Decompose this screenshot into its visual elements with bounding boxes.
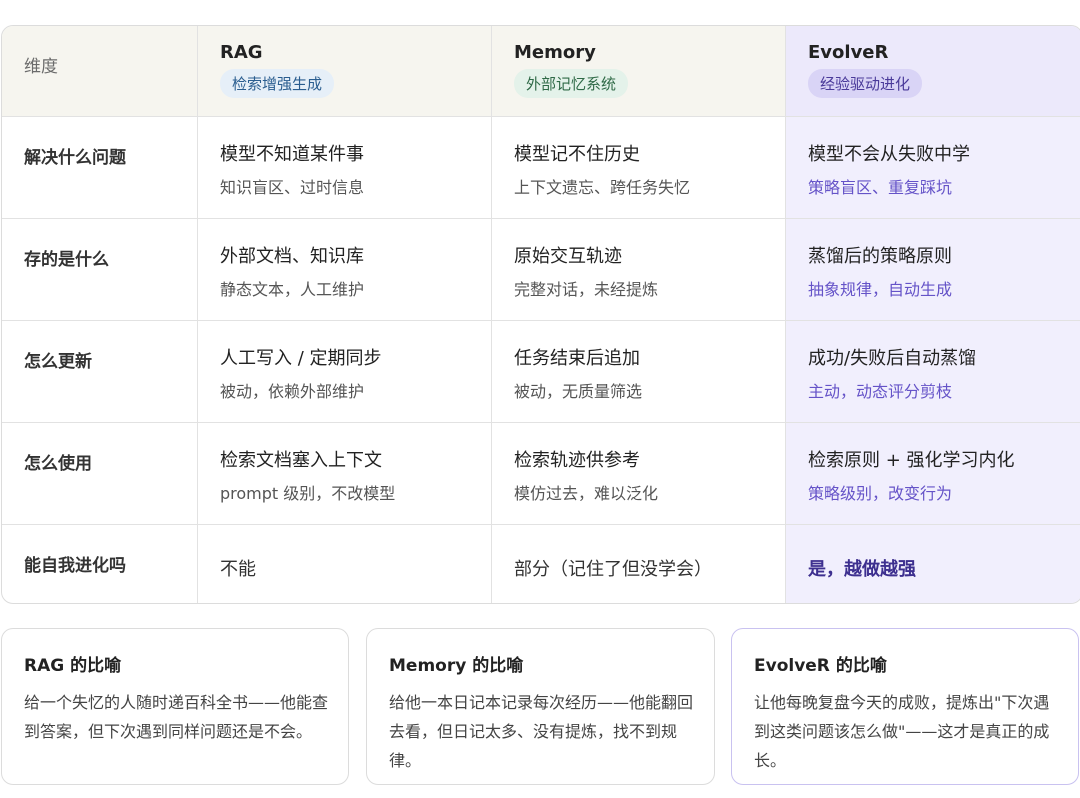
cell-main-text: 任务结束后追加	[514, 348, 640, 369]
table-cell-evolver: 蒸馏后的策略原则 抽象规律，自动生成	[786, 219, 1080, 321]
cell-sub-text: 被动，依赖外部维护	[220, 382, 365, 401]
badge-evolver: 经验驱动进化	[808, 69, 923, 98]
analogy-card-memory: Memory 的比喻 给他一本日记本记录每次经历——他能翻回去看，但日记太多、没…	[366, 628, 715, 785]
table-cell-evolver: 检索原则 + 强化学习内化 策略级别，改变行为	[786, 423, 1080, 525]
table-cell-rag: 外部文档、知识库 静态文本，人工维护	[198, 219, 492, 321]
cell-sub-text: prompt 级别，不改模型	[220, 484, 396, 503]
row-label-cell: 怎么更新	[2, 321, 198, 423]
table-cell-evolver: 是，越做越强	[786, 525, 1080, 603]
table-cell-memory: 检索轨迹供参考 模仿过去，难以泛化	[492, 423, 786, 525]
cell-main-text: 不能	[220, 559, 256, 580]
cell-main-text: 原始交互轨迹	[514, 246, 622, 267]
badge-memory: 外部记忆系统	[514, 69, 629, 98]
cell-sub-text: 策略级别，改变行为	[808, 484, 953, 503]
analogy-card-rag: RAG 的比喻 给一个失忆的人随时递百科全书——他能查到答案，但下次遇到同样问题…	[1, 628, 349, 785]
cell-main-text: 人工写入 / 定期同步	[220, 348, 382, 369]
cell-sub-text: 被动，无质量筛选	[514, 382, 643, 401]
table-cell-rag: 不能	[198, 525, 492, 603]
card-text: 让他每晚复盘今天的成败，提炼出"下次遇到这类问题该怎么做"——这才是真正的成长。	[754, 693, 1050, 770]
row-label-cell: 解决什么问题	[2, 117, 198, 219]
cell-sub-text: 抽象规律，自动生成	[808, 280, 953, 299]
row-label: 怎么使用	[24, 454, 92, 474]
header-dimension-cell: 维度	[2, 26, 198, 117]
row-label-cell: 能自我进化吗	[2, 525, 198, 603]
cell-sub-text: 上下文遗忘、跨任务失忆	[514, 178, 691, 197]
card-text: 给他一本日记本记录每次经历——他能翻回去看，但日记太多、没有提炼，找不到规律。	[389, 693, 694, 770]
cell-sub-text: 模仿过去，难以泛化	[514, 484, 659, 503]
table-cell-memory: 部分（记住了但没学会）	[492, 525, 786, 603]
header-memory-cell: Memory 外部记忆系统	[492, 26, 786, 117]
table-cell-memory: 原始交互轨迹 完整对话，未经提炼	[492, 219, 786, 321]
cell-main-text: 模型记不住历史	[514, 144, 640, 165]
cell-main-text: 模型不知道某件事	[220, 144, 364, 165]
badge-rag: 检索增强生成	[220, 69, 335, 98]
row-label: 存的是什么	[24, 250, 109, 270]
table-cell-memory: 模型记不住历史 上下文遗忘、跨任务失忆	[492, 117, 786, 219]
cell-main-text: 蒸馏后的策略原则	[808, 246, 952, 267]
card-title: RAG 的比喻	[24, 656, 122, 676]
cell-main-text: 模型不会从失败中学	[808, 144, 970, 165]
table-cell-rag: 检索文档塞入上下文 prompt 级别，不改模型	[198, 423, 492, 525]
cell-main-text: 检索轨迹供参考	[514, 450, 640, 471]
analogy-card-evolver: EvolveR 的比喻 让他每晚复盘今天的成败，提炼出"下次遇到这类问题该怎么做…	[731, 628, 1079, 785]
comparison-table: 维度 RAG 检索增强生成 Memory 外部记忆系统 EvolveR 经验驱动…	[1, 25, 1080, 604]
row-label-cell: 怎么使用	[2, 423, 198, 525]
header-evolver-cell: EvolveR 经验驱动进化	[786, 26, 1080, 117]
cell-main-text: 是，越做越强	[808, 559, 916, 580]
column-title-memory: Memory	[514, 42, 596, 63]
card-text: 给一个失忆的人随时递百科全书——他能查到答案，但下次遇到同样问题还是不会。	[24, 693, 329, 741]
column-title-rag: RAG	[220, 42, 263, 63]
cell-sub-text: 知识盲区、过时信息	[220, 178, 365, 197]
table-cell-memory: 任务结束后追加 被动，无质量筛选	[492, 321, 786, 423]
column-title-evolver: EvolveR	[808, 42, 889, 63]
row-label: 怎么更新	[24, 352, 92, 372]
cell-sub-text: 主动，动态评分剪枝	[808, 382, 953, 401]
cell-main-text: 检索文档塞入上下文	[220, 450, 382, 471]
cell-main-text: 成功/失败后自动蒸馏	[808, 348, 977, 369]
cell-main-text: 外部文档、知识库	[220, 246, 364, 267]
header-rag-cell: RAG 检索增强生成	[198, 26, 492, 117]
row-label: 能自我进化吗	[24, 556, 126, 576]
card-title: Memory 的比喻	[389, 656, 524, 676]
table-cell-evolver: 成功/失败后自动蒸馏 主动，动态评分剪枝	[786, 321, 1080, 423]
cell-sub-text: 静态文本，人工维护	[220, 280, 365, 299]
table-cell-rag: 人工写入 / 定期同步 被动，依赖外部维护	[198, 321, 492, 423]
table-cell-evolver: 模型不会从失败中学 策略盲区、重复踩坑	[786, 117, 1080, 219]
table-cell-rag: 模型不知道某件事 知识盲区、过时信息	[198, 117, 492, 219]
cell-sub-text: 完整对话，未经提炼	[514, 280, 659, 299]
cell-main-text: 部分（记住了但没学会）	[514, 559, 712, 580]
row-label: 解决什么问题	[24, 148, 126, 168]
cell-main-text: 检索原则 + 强化学习内化	[808, 450, 1015, 471]
dimension-label: 维度	[24, 57, 58, 77]
card-title: EvolveR 的比喻	[754, 656, 887, 676]
row-label-cell: 存的是什么	[2, 219, 198, 321]
cell-sub-text: 策略盲区、重复踩坑	[808, 178, 953, 197]
